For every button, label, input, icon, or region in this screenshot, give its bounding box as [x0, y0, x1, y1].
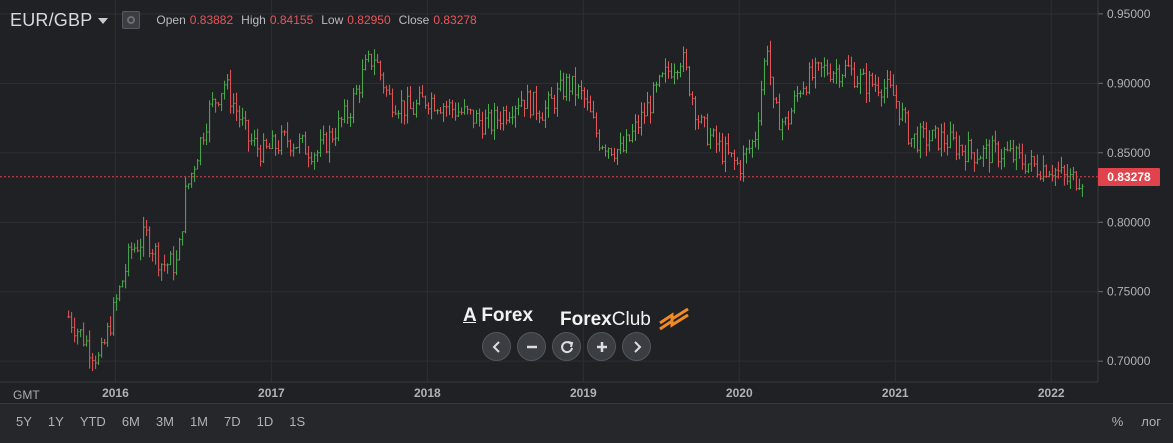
x-tick-label: 2016: [102, 386, 129, 400]
y-tick-label: 0.70000: [1107, 354, 1151, 368]
refresh-icon: [560, 340, 573, 353]
forexclub-logo-text: Club: [611, 309, 651, 330]
last-price-tag: 0.83278: [1098, 167, 1160, 186]
ohlc-readout: Open 0.83882 High 0.84155 Low 0.82950 Close…: [156, 13, 484, 27]
x-tick-label: 2021: [882, 386, 909, 400]
low-label: Low: [321, 13, 344, 27]
plot-area: [0, 0, 1098, 382]
y-axis: 0.70000 0.75000 0.80000 0.85000 0.90000 0.950…: [1098, 7, 1151, 368]
x-axis: 2016 2017 2018 2019 2020 2021 2022: [102, 386, 1065, 400]
range-ytd[interactable]: YTD: [72, 414, 114, 429]
minus-icon: [526, 345, 537, 348]
range-1y[interactable]: 1Y: [40, 414, 72, 429]
range-buttons: 5Y 1Y YTD 6M 3M 1M 7D 1D 1S: [8, 414, 313, 429]
reset-button[interactable]: [552, 332, 581, 361]
forexclub-logo-bold: Forex: [560, 309, 612, 330]
range-3m[interactable]: 3M: [148, 414, 182, 429]
open-value: 0.83882: [189, 13, 234, 27]
range-1s[interactable]: 1S: [281, 414, 313, 429]
x-tick-label: 2018: [414, 386, 441, 400]
x-tick-label: 2019: [570, 386, 597, 400]
scale-options: % лог: [1112, 414, 1161, 429]
high-value: 0.84155: [269, 13, 314, 27]
aforex-logo-text: Forex: [481, 305, 534, 326]
symbol-title[interactable]: EUR/GBP: [10, 10, 92, 31]
aforex-logo-a: A: [463, 305, 477, 326]
x-tick-label: 2017: [258, 386, 285, 400]
range-1m[interactable]: 1M: [182, 414, 216, 429]
high-label: High: [241, 13, 266, 27]
scroll-left-button[interactable]: [482, 332, 511, 361]
range-6m[interactable]: 6M: [114, 414, 148, 429]
forexclub-logo-icon: [659, 307, 689, 331]
timezone-label: GMT: [13, 388, 40, 402]
range-7d[interactable]: 7D: [216, 414, 249, 429]
range-toolbar: 5Y 1Y YTD 6M 3M 1M 7D 1D 1S % лог: [0, 403, 1173, 443]
x-tick-label: 2020: [726, 386, 753, 400]
y-tick-label: 0.80000: [1107, 215, 1151, 229]
y-tick-label: 0.95000: [1107, 7, 1151, 21]
y-tick-label: 0.75000: [1107, 285, 1151, 299]
chevron-left-icon: [492, 340, 500, 353]
close-label: Close: [398, 13, 430, 27]
range-1d[interactable]: 1D: [249, 414, 282, 429]
plus-icon: [596, 341, 607, 352]
scroll-right-button[interactable]: [622, 332, 651, 361]
chevron-down-icon[interactable]: [98, 18, 109, 24]
y-tick-label: 0.90000: [1107, 76, 1151, 90]
percent-scale-button[interactable]: %: [1112, 414, 1124, 429]
log-scale-button[interactable]: лог: [1141, 414, 1161, 429]
open-label: Open: [156, 13, 186, 27]
aforex-logo: A Forex: [463, 305, 533, 327]
forexclub-logo: ForexClub: [560, 305, 692, 331]
zoom-out-button[interactable]: [517, 332, 546, 361]
range-5y[interactable]: 5Y: [8, 414, 40, 429]
x-tick-label: 2022: [1038, 386, 1065, 400]
y-tick-label: 0.85000: [1107, 146, 1151, 160]
chevron-right-icon: [633, 340, 641, 353]
close-value: 0.83278: [433, 13, 477, 27]
chart-navigation: [482, 332, 651, 361]
chart-header: EUR/GBP Open 0.83882 High 0.84155 Low 0.829…: [10, 8, 485, 32]
zoom-in-button[interactable]: [587, 332, 616, 361]
low-value: 0.82950: [347, 13, 391, 27]
settings-icon[interactable]: [122, 11, 141, 29]
